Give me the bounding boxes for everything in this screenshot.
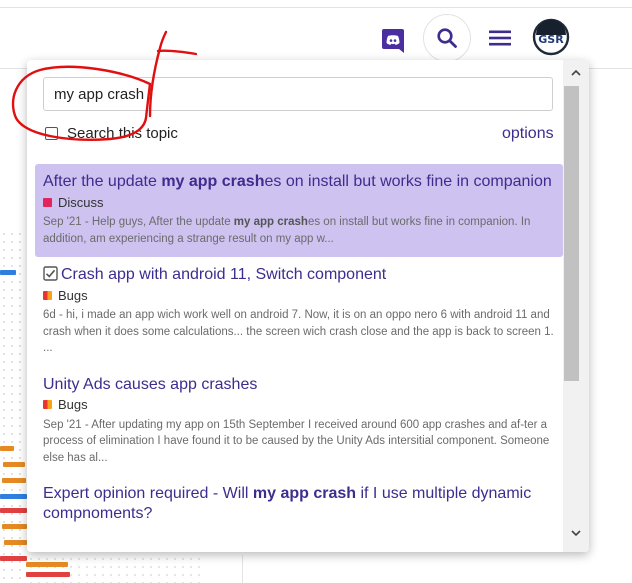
search-result-item[interactable]: After the update my app crashes on insta… bbox=[35, 164, 563, 257]
scroll-up-arrow-icon[interactable] bbox=[563, 68, 589, 82]
search-this-topic-label[interactable]: Search this topic bbox=[67, 125, 178, 142]
site-header: GSR bbox=[0, 0, 632, 69]
background-block bbox=[0, 270, 16, 275]
results-scrollbar[interactable] bbox=[563, 60, 589, 552]
result-blurb: 6d - hi, i made an app wich work well on… bbox=[43, 309, 554, 354]
result-blurb: Sep '21 - After updating my app on 15th … bbox=[43, 418, 550, 464]
search-this-topic-checkbox[interactable] bbox=[45, 127, 58, 140]
result-title[interactable]: Unity Ads causes app crashes bbox=[43, 375, 555, 395]
background-dots bbox=[0, 230, 27, 583]
background-block bbox=[0, 556, 27, 561]
background-block bbox=[0, 494, 27, 499]
discord-icon[interactable] bbox=[380, 28, 406, 54]
background-block bbox=[26, 562, 68, 567]
result-category[interactable]: Bugs bbox=[43, 287, 555, 303]
hamburger-menu-icon bbox=[489, 30, 511, 46]
result-category[interactable]: Bugs bbox=[43, 397, 555, 413]
avatar-text: GSR bbox=[538, 33, 564, 46]
background-block bbox=[3, 462, 25, 467]
search-results-list: After the update my app crashes on insta… bbox=[35, 164, 563, 534]
search-result-item[interactable]: Unity Ads causes app crashes Bugs Sep '2… bbox=[35, 367, 563, 477]
result-title[interactable]: Expert opinion required - Will my app cr… bbox=[43, 484, 555, 524]
scrollbar-thumb[interactable] bbox=[564, 86, 579, 381]
user-avatar[interactable]: GSR bbox=[532, 18, 570, 56]
search-input[interactable] bbox=[43, 77, 553, 111]
search-icon bbox=[437, 28, 457, 48]
category-color-swatch bbox=[43, 400, 52, 409]
category-color-swatch bbox=[43, 290, 52, 300]
scroll-down-arrow-icon[interactable] bbox=[563, 528, 589, 542]
search-result-item[interactable]: Expert opinion required - Will my app cr… bbox=[35, 476, 563, 534]
background-block bbox=[2, 478, 26, 483]
background-dots bbox=[27, 555, 202, 583]
hamburger-menu-button[interactable] bbox=[486, 24, 514, 52]
background-block bbox=[0, 508, 27, 513]
result-category[interactable]: Discuss bbox=[43, 194, 555, 210]
solved-checkbox-icon bbox=[43, 266, 58, 281]
background-block bbox=[4, 540, 27, 545]
category-color-swatch bbox=[43, 197, 52, 207]
search-result-item[interactable]: Crash app with android 11, Switch compon… bbox=[35, 257, 563, 367]
result-blurb: Sep '21 - Help guys, After the update my… bbox=[43, 216, 531, 245]
header-top-border bbox=[0, 7, 632, 8]
background-block bbox=[0, 446, 14, 451]
search-options-link[interactable]: options bbox=[502, 125, 554, 143]
background-block bbox=[26, 572, 70, 577]
search-button[interactable] bbox=[423, 14, 471, 62]
search-dropdown-panel: Search this topic options After the upda… bbox=[27, 60, 589, 552]
result-title[interactable]: Crash app with android 11, Switch compon… bbox=[43, 265, 555, 285]
background-block bbox=[2, 524, 27, 529]
result-title[interactable]: After the update my app crashes on insta… bbox=[43, 172, 555, 192]
background-divider bbox=[242, 555, 243, 583]
